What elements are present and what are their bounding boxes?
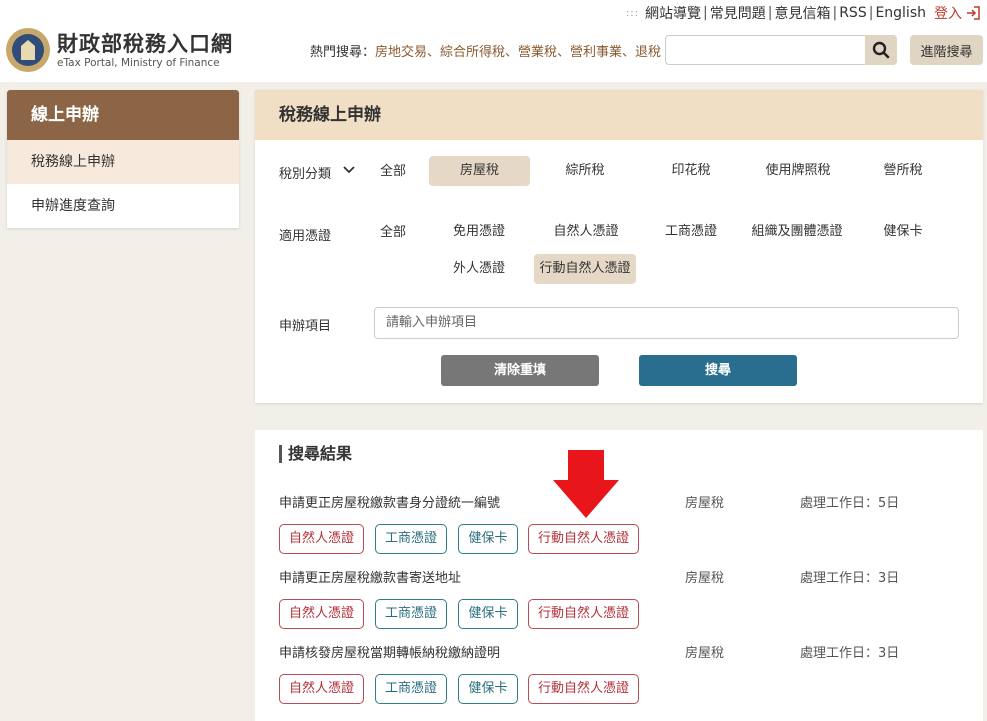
clear-button[interactable]: 清除重填	[441, 355, 599, 386]
login-link[interactable]: 登入	[934, 3, 981, 23]
result-name[interactable]: 申請更正房屋稅繳款書身分證統一編號	[279, 492, 500, 511]
tag-citizen-cert[interactable]: 自然人憑證	[279, 674, 364, 704]
tag-health-card[interactable]: 健保卡	[458, 524, 518, 554]
cert-citizen[interactable]: 自然人憑證	[543, 217, 629, 247]
cert-health-card[interactable]: 健保卡	[863, 217, 943, 247]
result-category: 房屋稅	[685, 646, 725, 661]
link-faq[interactable]: 常見問題	[710, 3, 766, 23]
tag-citizen-cert[interactable]: 自然人憑證	[279, 599, 364, 629]
tax-type-label: 稅別分類	[279, 167, 332, 182]
link-feedback[interactable]: 意見信箱	[774, 3, 830, 23]
link-english[interactable]: English	[875, 5, 926, 21]
cert-none-required[interactable]: 免用憑證	[439, 217, 519, 247]
chevron-down-icon[interactable]	[343, 165, 355, 175]
tag-business-cert[interactable]: 工商憑證	[375, 524, 447, 554]
tag-business-cert[interactable]: 工商憑證	[375, 599, 447, 629]
logo-subtitle: eTax Portal, Ministry of Finance	[57, 56, 220, 69]
results-title: 搜尋結果	[279, 445, 352, 463]
cert-foreigner[interactable]: 外人憑證	[439, 254, 519, 284]
tax-type-all[interactable]: 全部	[369, 157, 417, 187]
login-icon	[967, 6, 980, 20]
cert-mobile-citizen[interactable]: 行動自然人憑證	[534, 254, 636, 284]
tag-health-card[interactable]: 健保卡	[458, 599, 518, 629]
item-label: 申辦項目	[279, 319, 332, 334]
sidebar-item-progress-query[interactable]: 申辦進度查詢	[7, 184, 239, 228]
site-search-button[interactable]	[865, 35, 897, 65]
result-days: 處理工作日：5日	[800, 496, 900, 511]
site-logo[interactable]: 財政部稅務入口網 eTax Portal, Ministry of Financ…	[6, 28, 233, 72]
cert-label: 適用憑證	[279, 229, 332, 244]
login-label: 登入	[934, 6, 962, 22]
sidebar: 線上申辦 稅務線上申辦 申辦進度查詢	[7, 90, 239, 228]
tag-mobile-citizen-cert[interactable]: 行動自然人憑證	[528, 524, 639, 554]
ministry-seal-icon	[6, 28, 50, 72]
link-rss[interactable]: RSS	[839, 5, 867, 21]
advanced-search-button[interactable]: 進階搜尋	[910, 35, 983, 65]
tag-citizen-cert[interactable]: 自然人憑證	[279, 524, 364, 554]
menu-dots-icon: :::	[625, 7, 640, 19]
hot-search-label: 熱門搜尋：	[310, 45, 376, 60]
link-sitemap[interactable]: 網站導覽	[645, 3, 701, 23]
cert-organization[interactable]: 組織及團體憑證	[747, 217, 847, 247]
filing-search-panel: 稅務線上申辦 稅別分類 全部 房屋稅 綜所稅 印花稅 使用牌照稅 營所稅 適用憑…	[255, 90, 983, 403]
sidebar-item-online-filing[interactable]: 稅務線上申辦	[7, 140, 239, 184]
result-category: 房屋稅	[685, 571, 725, 586]
search-button[interactable]: 搜尋	[639, 355, 797, 386]
result-name[interactable]: 申請更正房屋稅繳款書寄送地址	[279, 567, 461, 586]
tax-type-house[interactable]: 房屋稅	[429, 156, 530, 186]
red-arrow-down-icon	[553, 450, 619, 518]
result-category: 房屋稅	[685, 496, 725, 511]
top-links: ::: 網站導覽 | 常見問題 | 意見信箱 | RSS | English 登入	[626, 3, 981, 23]
search-icon	[872, 41, 890, 59]
hot-search-terms[interactable]: 房地交易、綜合所得稅、營業稅、營利事業、退稅	[375, 45, 661, 60]
tax-type-stamp[interactable]: 印花稅	[651, 156, 731, 186]
tag-business-cert[interactable]: 工商憑證	[375, 674, 447, 704]
cert-all[interactable]: 全部	[369, 218, 417, 248]
tax-type-income[interactable]: 綜所稅	[545, 156, 625, 186]
tag-mobile-citizen-cert[interactable]: 行動自然人憑證	[528, 599, 639, 629]
sidebar-title: 線上申辦	[7, 90, 239, 140]
hot-search: 熱門搜尋：房地交易、綜合所得稅、營業稅、營利事業、退稅	[310, 41, 661, 60]
logo-title: 財政部稅務入口網	[57, 30, 233, 56]
result-name[interactable]: 申請核發房屋稅當期轉帳納稅繳納證明	[279, 642, 500, 661]
filing-item-input[interactable]: 請輸入申辦項目	[374, 307, 959, 339]
tag-mobile-citizen-cert[interactable]: 行動自然人憑證	[528, 674, 639, 704]
panel-title: 稅務線上申辦	[255, 90, 983, 140]
site-header: ::: 網站導覽 | 常見問題 | 意見信箱 | RSS | English 登入 財政…	[0, 0, 987, 82]
tax-type-license[interactable]: 使用牌照稅	[752, 156, 844, 186]
site-search-input[interactable]	[665, 35, 897, 65]
tag-health-card[interactable]: 健保卡	[458, 674, 518, 704]
result-days: 處理工作日：3日	[800, 646, 900, 661]
tax-type-corporate[interactable]: 營所稅	[863, 156, 943, 186]
result-days: 處理工作日：3日	[800, 571, 900, 586]
cert-business[interactable]: 工商憑證	[651, 217, 731, 247]
